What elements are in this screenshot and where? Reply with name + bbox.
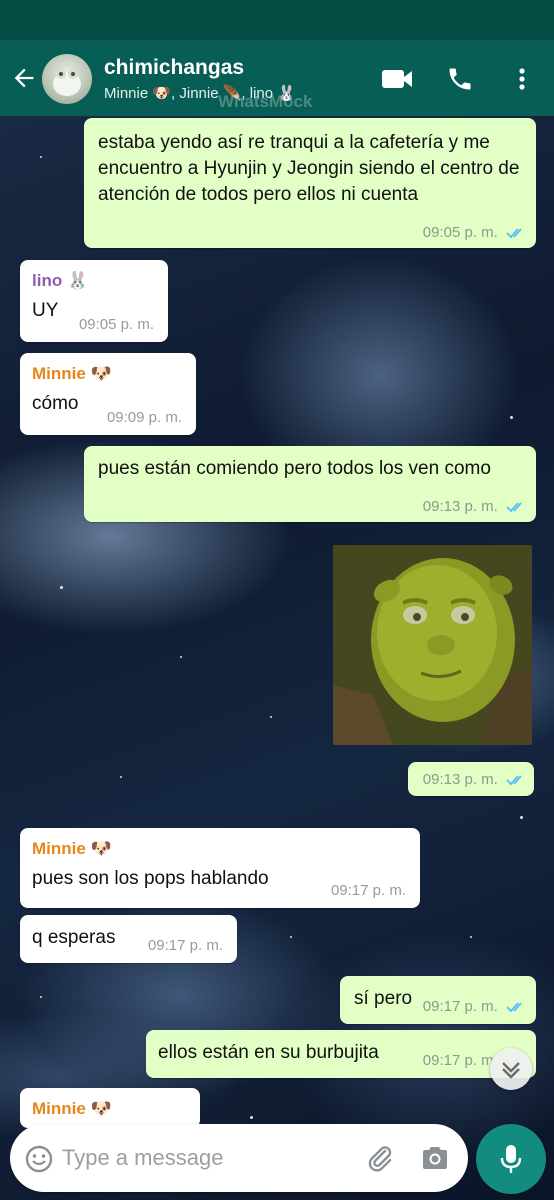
double-check-icon [506,502,522,513]
message-time: 09:17 p. m. [330,882,406,899]
message-time: 09:17 p. m. [147,937,223,954]
message-text: cómo [32,393,79,414]
scroll-down-icon [502,1062,520,1079]
emoji-icon[interactable] [24,1144,54,1174]
message-bubble-outgoing[interactable]: pues están comiendo pero todos los ven c… [84,446,536,522]
double-check-icon [506,1002,522,1013]
message-time: 09:05 p. m. [78,316,154,333]
image-message[interactable] [333,545,532,745]
chat-title[interactable]: chimichangas [104,56,244,80]
message-meta: 09:17 p. m. [423,998,526,1016]
message-meta: 09:13 p. m. [423,771,526,789]
message-bubble-outgoing[interactable]: sí pero 09:17 p. m. [340,976,536,1024]
group-avatar[interactable] [42,54,92,104]
message-time: 09:13 p. m. [422,498,498,515]
message-text: pues son los pops hablando [32,868,269,889]
attach-icon[interactable] [364,1142,396,1174]
message-bubble-incoming[interactable]: Minnie 🐶 pues son los pops hablando 09:1… [20,828,420,908]
message-text: UY [32,300,59,321]
message-composer [10,1124,468,1192]
mic-icon [500,1145,522,1173]
message-bubble-incoming[interactable]: Minnie 🐶 [20,1088,200,1128]
sender-name[interactable]: Minnie 🐶 [32,1098,188,1120]
sender-name[interactable]: Minnie 🐶 [32,838,408,860]
message-time: 09:09 p. m. [106,409,182,426]
double-check-icon [506,228,522,239]
message-input[interactable] [62,1138,362,1178]
message-bubble-incoming[interactable]: Minnie 🐶 cómo 09:09 p. m. [20,353,196,435]
message-time: 09:17 p. m. [422,1052,498,1069]
image-message-meta: 09:13 p. m. [408,762,534,796]
sender-name[interactable]: Minnie 🐶 [32,363,184,385]
message-bubble-outgoing[interactable]: ellos están en su burbujita 09:17 p. m. [146,1030,536,1078]
sender-name[interactable]: lino 🐰 [32,270,156,292]
message-text: sí pero [354,988,413,1009]
message-text: ellos están en su burbujita [158,1042,379,1063]
double-check-icon [506,775,522,786]
message-time: 09:05 p. m. [422,224,498,241]
message-bubble-outgoing[interactable]: estaba yendo así re tranqui a la cafeter… [84,118,536,248]
message-meta: 09:05 p. m. [423,224,526,242]
message-text: q esperas [32,927,116,948]
back-arrow-icon[interactable] [10,64,38,92]
menu-icon[interactable] [512,65,532,93]
message-meta: 09:13 p. m. [423,498,526,516]
phone-icon[interactable] [446,65,474,93]
message-bubble-incoming[interactable]: lino 🐰 UY 09:05 p. m. [20,260,168,342]
message-text: estaba yendo así re tranqui a la cafeter… [98,132,520,205]
mic-button[interactable] [476,1124,546,1194]
scroll-down-button[interactable] [490,1048,532,1090]
message-text: pues están comiendo pero todos los ven c… [98,458,491,479]
status-bar [0,0,554,40]
message-bubble-incoming[interactable]: q esperas 09:17 p. m. [20,915,237,963]
video-call-icon[interactable] [380,66,414,92]
shrek-face-photo [333,545,532,745]
camera-icon[interactable] [420,1144,450,1172]
chat-header: chimichangas Minnie 🐶, Jinnie 🪶, lino 🐰 … [0,40,554,116]
watermark: WhatsMock [218,92,313,111]
message-time: 09:13 p. m. [422,771,498,788]
message-time: 09:17 p. m. [422,998,498,1015]
